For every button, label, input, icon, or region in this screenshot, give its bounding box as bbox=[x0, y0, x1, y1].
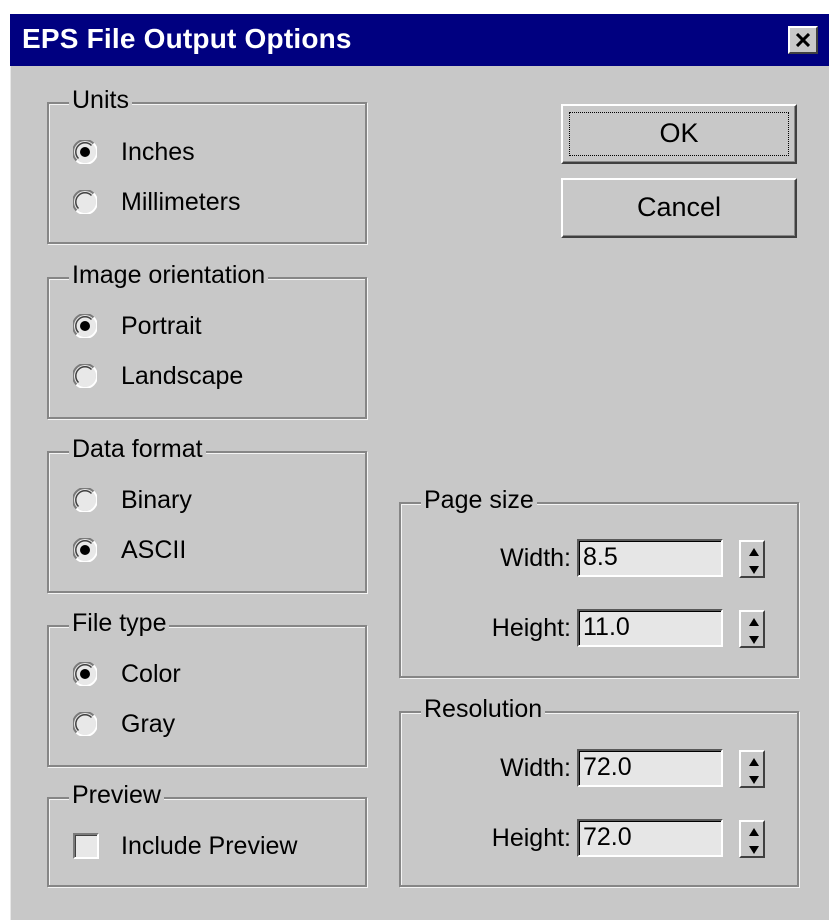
radio-color-label: Color bbox=[121, 660, 181, 688]
radio-selected-icon bbox=[73, 662, 97, 686]
orientation-legend: Image orientation bbox=[69, 259, 269, 291]
resolution-height-row: Height: 72.0 bbox=[401, 819, 797, 859]
preview-group: Preview Include Preview bbox=[47, 779, 367, 887]
radio-unselected-icon bbox=[73, 190, 97, 214]
orientation-group: Image orientation Portrait Landscape bbox=[47, 259, 367, 419]
radio-unselected-icon bbox=[73, 488, 97, 512]
close-icon bbox=[796, 33, 810, 47]
close-button[interactable] bbox=[788, 26, 818, 54]
eps-options-dialog: EPS File Output Options Units Inches Mil… bbox=[10, 14, 829, 920]
page-size-legend: Page size bbox=[421, 484, 537, 516]
focus-rect bbox=[569, 112, 789, 156]
title-bar[interactable]: EPS File Output Options bbox=[10, 14, 829, 66]
include-preview-checkbox[interactable] bbox=[73, 833, 99, 859]
file-type-group: File type Color Gray bbox=[47, 607, 367, 767]
cancel-button[interactable]: Cancel bbox=[561, 178, 797, 238]
ok-button[interactable]: OK bbox=[561, 104, 797, 164]
radio-unselected-icon bbox=[73, 364, 97, 388]
resolution-legend: Resolution bbox=[421, 693, 546, 725]
radio-binary-label: Binary bbox=[121, 486, 192, 514]
preview-legend: Preview bbox=[69, 779, 164, 811]
include-preview-label: Include Preview bbox=[121, 832, 298, 860]
dialog-title: EPS File Output Options bbox=[22, 23, 352, 54]
radio-unselected-icon bbox=[73, 712, 97, 736]
file-type-legend: File type bbox=[69, 607, 170, 639]
resolution-width-spinner[interactable] bbox=[739, 750, 765, 788]
page-height-label: Height: bbox=[491, 614, 571, 642]
radio-gray-label: Gray bbox=[121, 710, 176, 738]
radio-inches-label: Inches bbox=[121, 138, 195, 166]
radio-portrait-label: Portrait bbox=[121, 312, 202, 340]
resolution-width-input[interactable]: 72.0 bbox=[577, 749, 723, 787]
resolution-group: Resolution Width: 72.0 Height: 72.0 bbox=[399, 693, 799, 887]
page-height-row: Height: 11.0 bbox=[401, 609, 797, 649]
radio-ascii-label: ASCII bbox=[121, 536, 187, 564]
units-group: Units Inches Millimeters bbox=[47, 84, 367, 244]
page-width-label: Width: bbox=[500, 544, 571, 572]
spinner-arrows-icon bbox=[749, 758, 759, 784]
resolution-height-spinner[interactable] bbox=[739, 820, 765, 858]
page-width-row: Width: 8.5 bbox=[401, 539, 797, 579]
resolution-width-row: Width: 72.0 bbox=[401, 749, 797, 789]
radio-millimeters-label: Millimeters bbox=[121, 188, 241, 216]
spinner-arrows-icon bbox=[749, 828, 759, 854]
page-height-spinner[interactable] bbox=[739, 610, 765, 648]
page-width-input[interactable]: 8.5 bbox=[577, 539, 723, 577]
page-width-spinner[interactable] bbox=[739, 540, 765, 578]
radio-selected-icon bbox=[73, 314, 97, 338]
cancel-button-label: Cancel bbox=[636, 192, 722, 222]
data-format-legend: Data format bbox=[69, 433, 206, 465]
resolution-width-label: Width: bbox=[500, 754, 571, 782]
resolution-height-input[interactable]: 72.0 bbox=[577, 819, 723, 857]
data-format-group: Data format Binary ASCII bbox=[47, 433, 367, 593]
radio-selected-icon bbox=[73, 538, 97, 562]
spinner-arrows-icon bbox=[749, 618, 759, 644]
spinner-arrows-icon bbox=[749, 548, 759, 574]
units-legend: Units bbox=[69, 84, 132, 116]
page-size-group: Page size Width: 8.5 Height: 11.0 bbox=[399, 484, 799, 678]
resolution-height-label: Height: bbox=[491, 824, 571, 852]
page-height-input[interactable]: 11.0 bbox=[577, 609, 723, 647]
radio-landscape-label: Landscape bbox=[121, 362, 244, 390]
radio-selected-icon bbox=[73, 140, 97, 164]
